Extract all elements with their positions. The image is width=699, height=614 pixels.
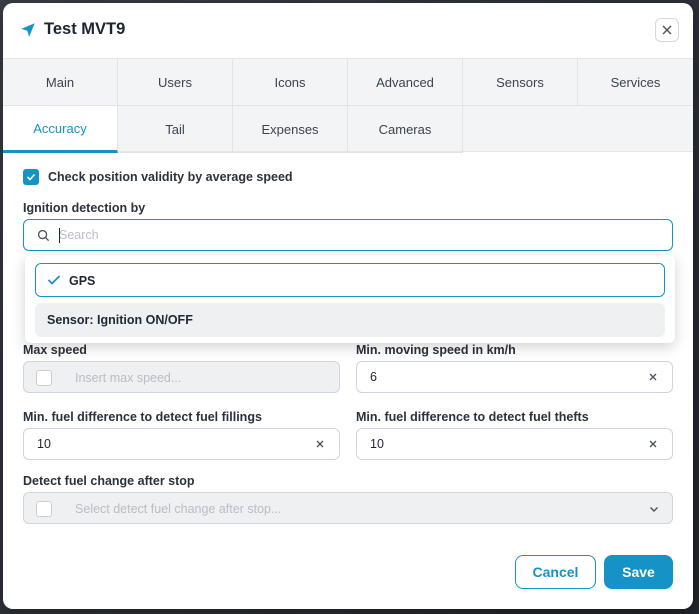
max-speed-label: Max speed	[23, 343, 87, 357]
tab-bar: Main Users Icons Advanced Sensors Servic…	[3, 58, 693, 153]
modal-header: Test MVT9	[3, 3, 693, 59]
min-moving-label: Min. moving speed in km/h	[356, 343, 516, 357]
tab-main[interactable]: Main	[3, 59, 118, 106]
close-icon	[662, 25, 672, 35]
device-settings-modal: Test MVT9 Main Users Icons Advanced Sens…	[3, 3, 693, 609]
navigation-arrow-icon	[21, 23, 35, 37]
fuel-fill-value: 10	[37, 437, 51, 451]
option-sensor-ignition[interactable]: Sensor: Ignition ON/OFF	[35, 303, 665, 337]
option-sensor-ignition-label: Sensor: Ignition ON/OFF	[47, 313, 193, 327]
check-validity-row[interactable]: Check position validity by average speed	[23, 169, 293, 185]
close-button[interactable]	[655, 18, 679, 42]
ignition-label: Ignition detection by	[23, 201, 146, 215]
clear-icon[interactable]	[646, 370, 660, 384]
fuel-fill-label: Min. fuel difference to detect fuel fill…	[23, 410, 262, 424]
check-icon	[26, 173, 36, 181]
option-gps[interactable]: GPS	[35, 263, 665, 297]
text-caret	[59, 228, 60, 243]
tab-services[interactable]: Services	[578, 59, 693, 106]
fuel-theft-input[interactable]: 10	[356, 428, 673, 460]
search-icon	[37, 229, 50, 242]
min-moving-input[interactable]: 6	[356, 361, 673, 393]
tab-users[interactable]: Users	[118, 59, 233, 106]
save-button[interactable]: Save	[604, 555, 673, 589]
ignition-search-input[interactable]: Search	[23, 219, 673, 251]
chevron-down-icon	[650, 507, 658, 512]
tab-sensors[interactable]: Sensors	[463, 59, 578, 106]
tab-expenses[interactable]: Expenses	[233, 106, 348, 153]
fuel-theft-label: Min. fuel difference to detect fuel thef…	[356, 410, 589, 424]
fuel-theft-value: 10	[370, 437, 384, 451]
detect-fuel-select[interactable]: Select detect fuel change after stop...	[23, 492, 673, 524]
ignition-dropdown-menu: GPS Sensor: Ignition ON/OFF	[25, 255, 675, 343]
check-validity-label: Check position validity by average speed	[48, 170, 293, 184]
clear-icon[interactable]	[646, 437, 660, 451]
max-speed-checkbox[interactable]	[36, 370, 52, 386]
fuel-fill-input[interactable]: 10	[23, 428, 340, 460]
max-speed-placeholder: Insert max speed...	[75, 371, 182, 385]
detect-fuel-label: Detect fuel change after stop	[23, 474, 195, 488]
tab-icons[interactable]: Icons	[233, 59, 348, 106]
check-validity-checkbox[interactable]	[23, 169, 39, 185]
cancel-button[interactable]: Cancel	[515, 555, 596, 589]
clear-icon[interactable]	[313, 437, 327, 451]
tab-advanced[interactable]: Advanced	[348, 59, 463, 106]
min-moving-value: 6	[370, 370, 377, 384]
modal-title: Test MVT9	[44, 20, 126, 38]
detect-fuel-checkbox[interactable]	[36, 501, 52, 517]
tab-tail[interactable]: Tail	[118, 106, 233, 153]
tab-accuracy[interactable]: Accuracy	[3, 106, 118, 153]
option-gps-label: GPS	[69, 274, 96, 288]
detect-fuel-placeholder: Select detect fuel change after stop...	[75, 502, 282, 516]
search-placeholder: Search	[59, 228, 99, 242]
check-icon	[47, 275, 61, 285]
max-speed-input[interactable]: Insert max speed...	[23, 361, 340, 393]
tab-cameras[interactable]: Cameras	[348, 106, 463, 153]
